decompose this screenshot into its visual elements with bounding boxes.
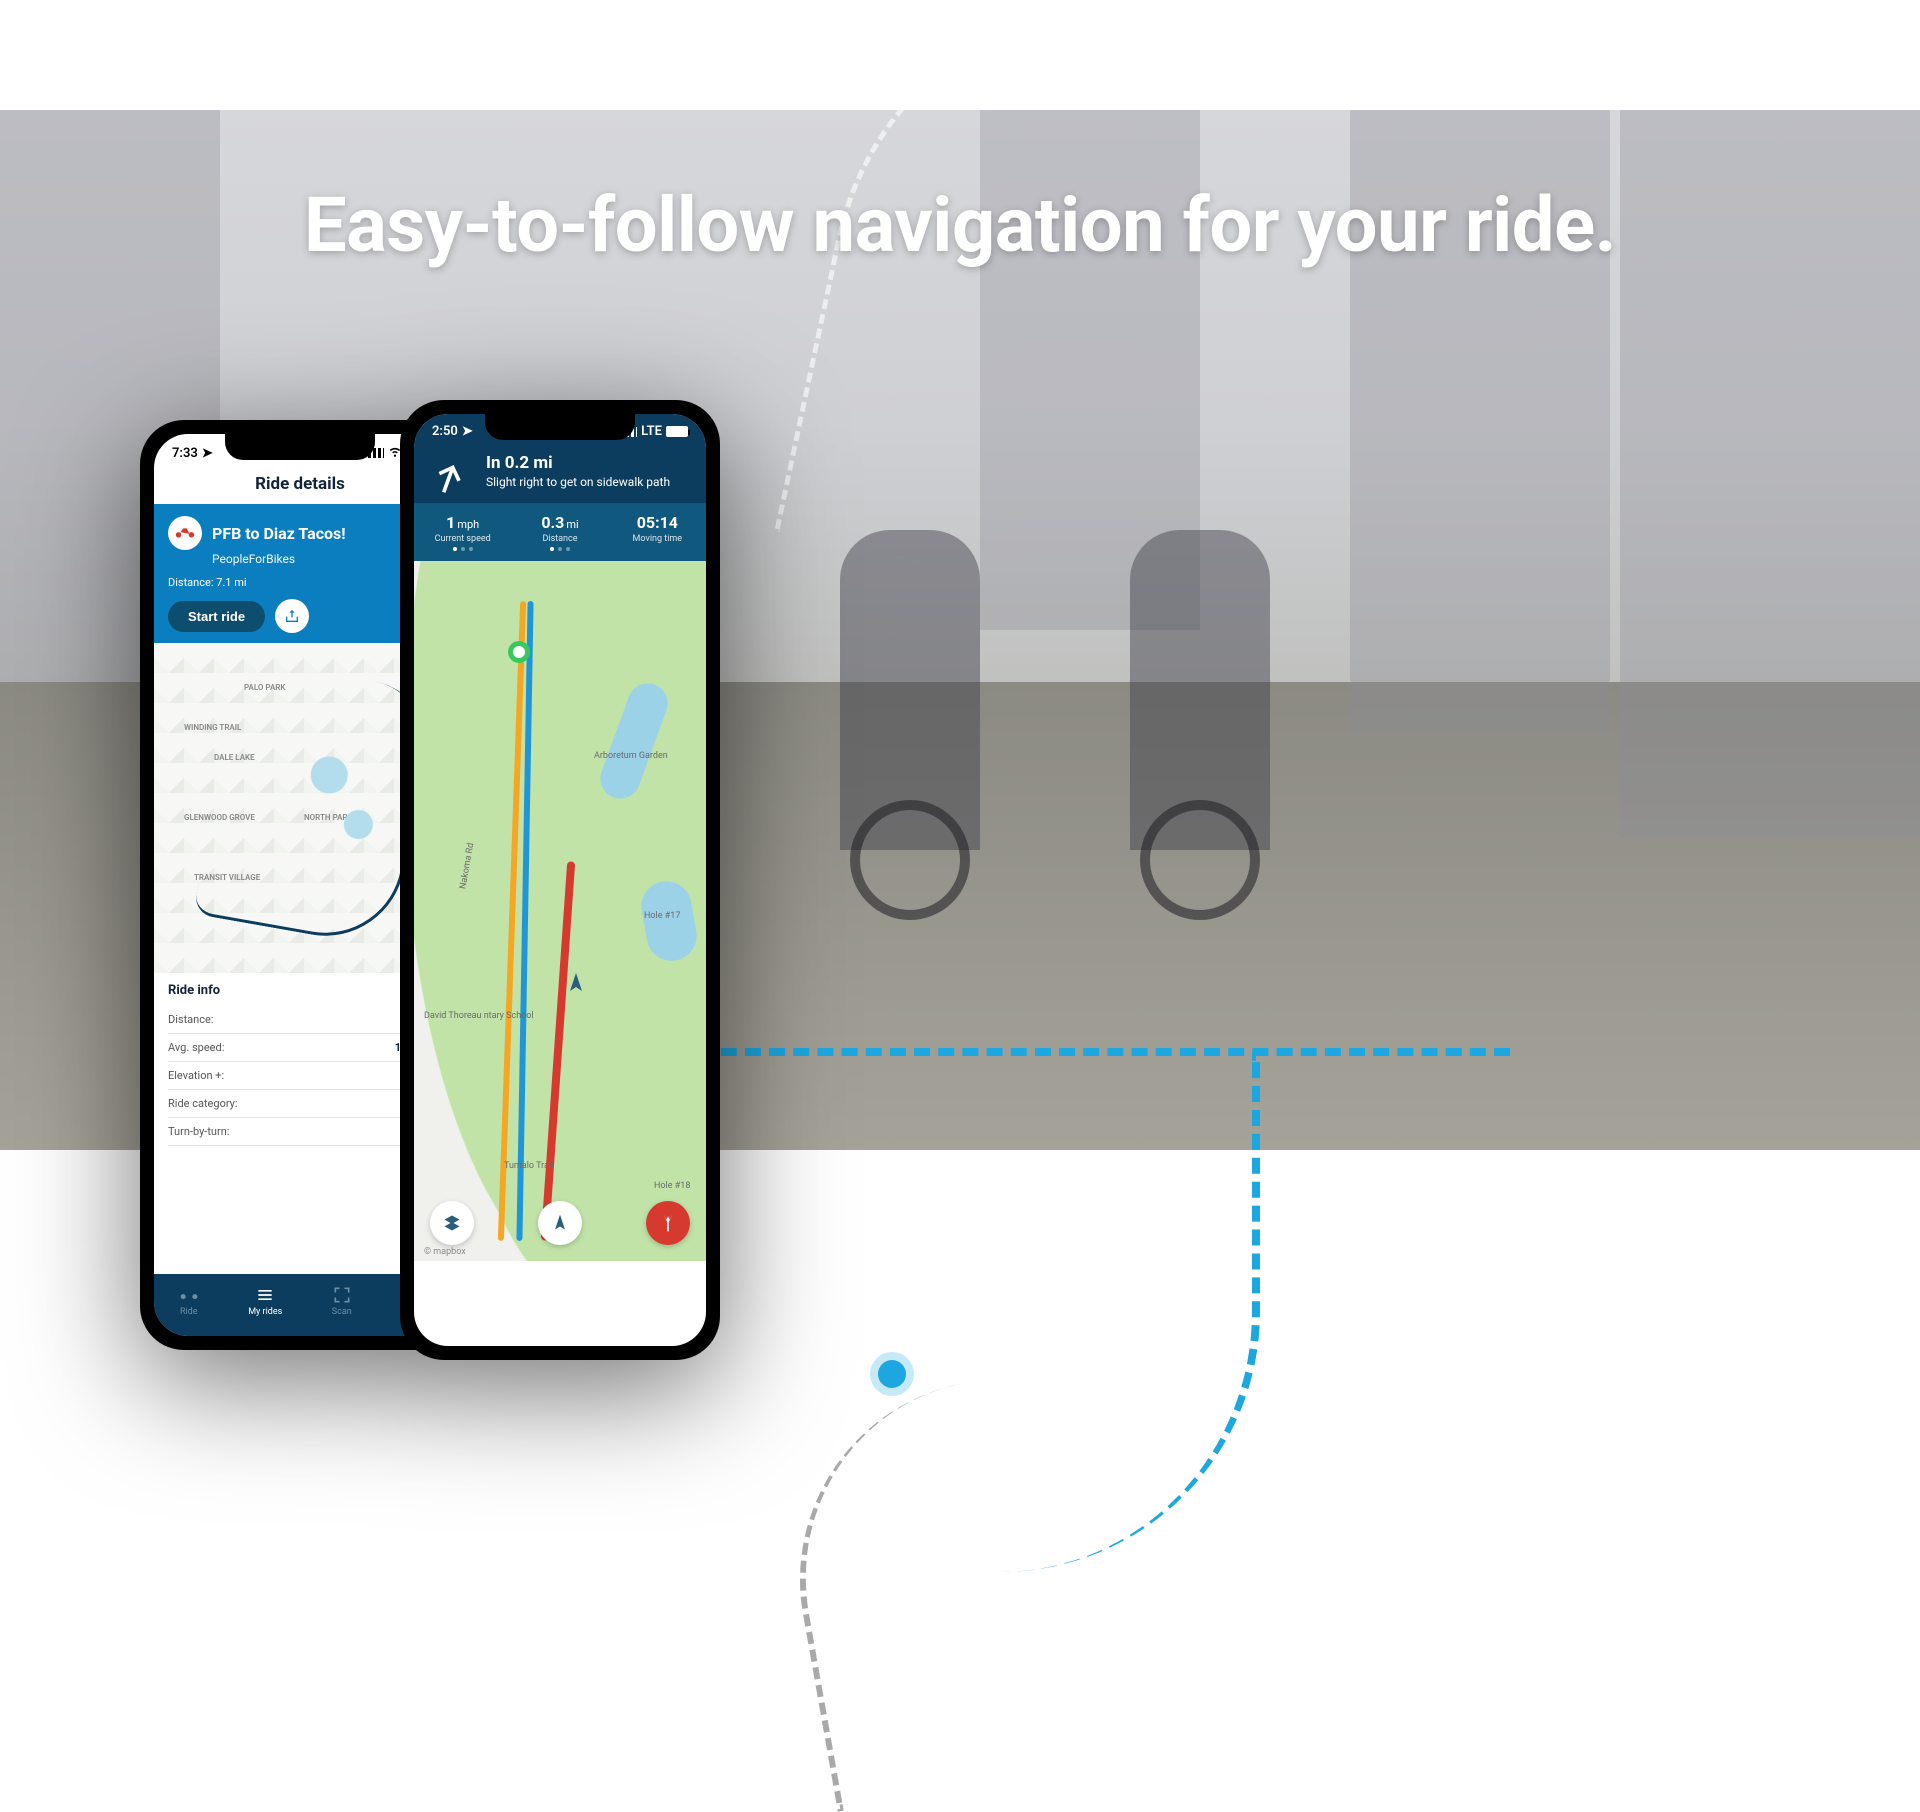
origin-marker-icon <box>508 641 530 663</box>
share-button[interactable] <box>275 599 309 633</box>
stat-distance: 0.3mi Distance <box>511 513 608 551</box>
map-attribution: © mapbox <box>424 1247 466 1257</box>
stat-moving-time: 05:14 Moving time <box>609 513 706 551</box>
route-header-distance: Distance: 7.1 mi <box>168 576 432 589</box>
location-arrow-icon: ➤ <box>462 424 473 439</box>
map-label: Tumalo Trail <box>504 1161 553 1171</box>
recenter-button[interactable] <box>538 1201 582 1245</box>
status-time: 2:50 <box>432 424 458 439</box>
navigation-map[interactable]: Nakoma Rd Arboretum Garden Hole #17 Davi… <box>414 561 706 1261</box>
stat-current-speed: 1mph Current speed <box>414 513 511 551</box>
phone-notch <box>225 434 375 460</box>
start-ride-button[interactable]: Start ride <box>168 601 265 632</box>
info-row: Avg. speed:12 mph <box>168 1034 432 1062</box>
map-label: Arboretum Garden <box>594 751 668 761</box>
bike-icon <box>168 516 202 550</box>
headline: Easy-to-follow navigation for your ride. <box>0 180 1920 270</box>
carrier-label: LTE <box>641 424 662 439</box>
tab-ride[interactable]: Ride <box>179 1285 199 1317</box>
tab-my-rides[interactable]: My rides <box>248 1285 282 1317</box>
nav-distance: In 0.2 mi <box>486 453 670 473</box>
tab-scan[interactable]: Scan <box>332 1285 352 1317</box>
info-row: Distance:7.1 mi <box>168 1006 432 1034</box>
info-row: Turn-by-turn:Yes <box>168 1118 432 1146</box>
map-label: Hole #18 <box>654 1181 690 1191</box>
map-label: WINDING TRAIL <box>184 723 241 732</box>
battery-icon <box>666 426 688 437</box>
nav-instruction-panel: In 0.2 mi Slight right to get on sidewal… <box>414 443 706 503</box>
stats-bar: 1mph Current speed 0.3mi Distance 05:14 … <box>414 503 706 561</box>
info-row: Elevation +:230 ft <box>168 1062 432 1090</box>
phone-notch <box>485 414 635 440</box>
ride-info-title: Ride info <box>168 983 432 998</box>
layers-button[interactable] <box>430 1201 474 1245</box>
nav-instruction: Slight right to get on sidewalk path <box>486 475 670 489</box>
map-label: GLENWOOD GROVE <box>184 813 255 822</box>
location-arrow-icon: ➤ <box>202 446 213 461</box>
route-author: PeopleForBikes <box>212 552 432 566</box>
status-time: 7:33 <box>172 446 198 461</box>
path-dot <box>878 1360 906 1388</box>
current-position-icon <box>564 971 588 995</box>
info-row: Ride category:paved <box>168 1090 432 1118</box>
map-label: TRANSIT VILLAGE <box>194 873 260 882</box>
map-label: Hole #17 <box>644 911 680 921</box>
map-label: DALE LAKE <box>214 753 255 762</box>
dashed-path-gray-bottom <box>768 1348 1231 1811</box>
turn-arrow-icon <box>428 453 472 497</box>
phone-navigation: 2:50 ➤ LTE In 0.2 mi Slight right to get… <box>400 400 720 1360</box>
map-label: David Thoreau ntary School <box>424 1011 534 1021</box>
stop-button[interactable] <box>646 1201 690 1245</box>
map-label: PALO PARK <box>244 683 285 692</box>
map-label: Nakoma Rd <box>458 842 476 890</box>
route-name: PFB to Diaz Tacos! <box>212 524 346 543</box>
map-label: NORTH PARK <box>304 813 353 822</box>
